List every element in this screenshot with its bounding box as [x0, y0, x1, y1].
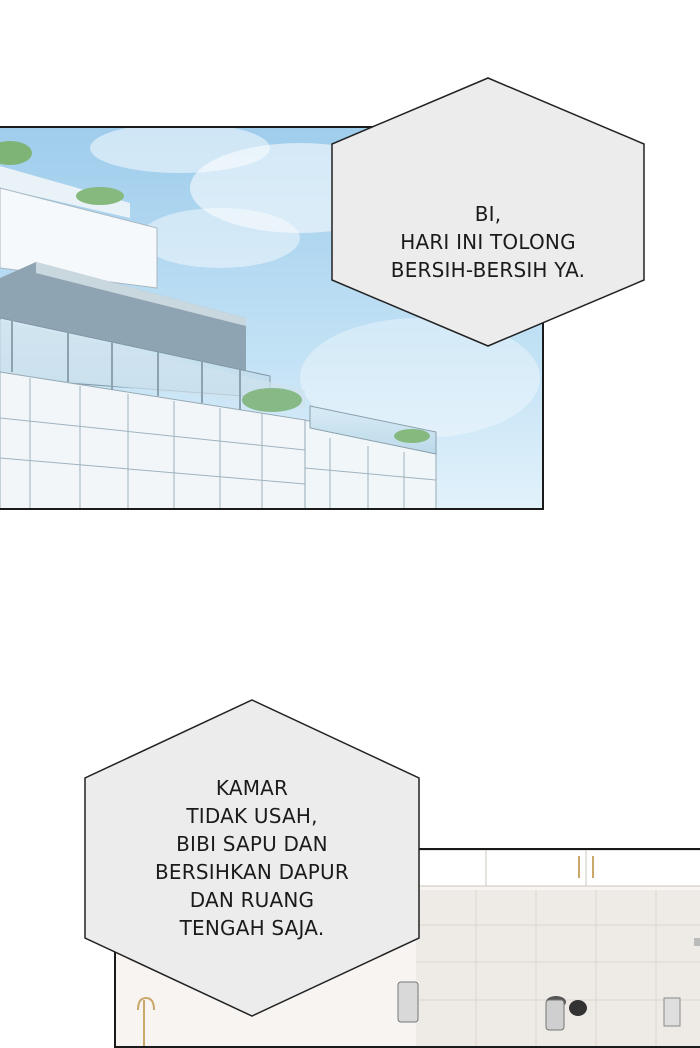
dialogue-line: BERSIH-BERSIH YA.: [390, 258, 586, 282]
dialogue-line: HARI INI TOLONG: [400, 230, 576, 254]
dialogue-line: BIBI SAPU DAN: [176, 832, 328, 856]
dialogue-line: BERSIHKAN DAPUR: [155, 860, 349, 884]
speech-bubble-text: KAMAR TIDAK USAH, BIBI SAPU DAN BERSIHKA…: [83, 774, 421, 942]
speech-bubble-2: KAMAR TIDAK USAH, BIBI SAPU DAN BERSIHKA…: [83, 698, 421, 1018]
dialogue-line: BI,: [474, 202, 502, 226]
dialogue-line: DAN RUANG: [189, 888, 315, 912]
dialogue-line: TIDAK USAH,: [186, 804, 318, 828]
speech-bubble-1: BI, HARI INI TOLONG BERSIH-BERSIH YA.: [330, 76, 646, 348]
dialogue-line: KAMAR: [215, 776, 289, 800]
dialogue-line: TENGAH SAJA.: [179, 916, 325, 940]
speech-bubble-text: BI, HARI INI TOLONG BERSIH-BERSIH YA.: [330, 200, 646, 284]
